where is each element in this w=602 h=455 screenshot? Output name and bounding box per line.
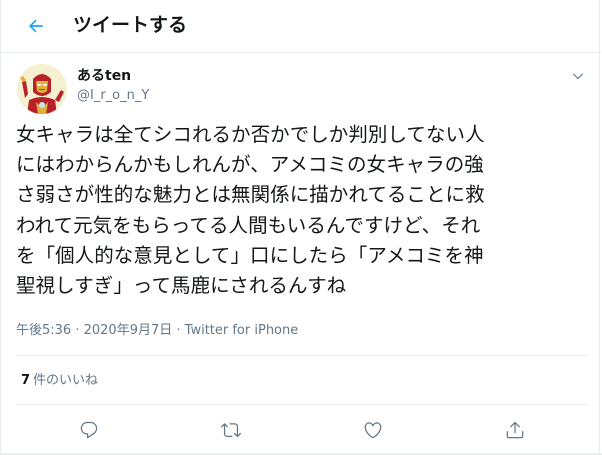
heart-icon: [364, 422, 382, 439]
retweet-icon: [221, 423, 241, 438]
tweet-line: 女キャラは全てシコれるか否かでしか判別してない人: [16, 123, 485, 146]
likes-label: 件のいいね: [33, 373, 99, 388]
divider: [16, 404, 588, 405]
share-icon: [506, 421, 524, 439]
arrow-left-icon: [29, 19, 43, 33]
tweet-time[interactable]: 午後5:36: [16, 323, 71, 338]
retweet-button[interactable]: [218, 417, 244, 443]
tweet-detail-panel: ツイートする あるten @I_r_o_n_Y 女キャラは全てシコれるか否かでし…: [0, 0, 601, 453]
like-button[interactable]: [360, 417, 386, 443]
tweet-line: 聖視しすぎ」って馬鹿にされるんすね: [16, 274, 347, 298]
chevron-down-icon: [572, 73, 584, 80]
more-options-button[interactable]: [567, 66, 589, 88]
likes-count: 7: [21, 373, 31, 388]
page-header: ツイートする: [1, 0, 601, 53]
avatar[interactable]: [17, 64, 67, 114]
likes-stat[interactable]: 7 件のいいね: [21, 372, 98, 390]
tweet-date[interactable]: 2020年9月7日: [84, 323, 173, 338]
author-display-name[interactable]: あるten: [77, 67, 131, 85]
divider: [16, 355, 588, 356]
share-button[interactable]: [502, 417, 528, 443]
tweet-text: 女キャラは全てシコれるか否かでしか判別してない人 にはわからんかもしれんが、アメ…: [16, 120, 591, 301]
avatar-image: [17, 64, 67, 114]
reply-icon: [80, 421, 98, 439]
tweet-line: さ弱さが性的な魅力とは無関係に描かれてることに救: [16, 183, 485, 207]
author-handle[interactable]: @I_r_o_n_Y: [77, 87, 149, 105]
page-title: ツイートする: [73, 14, 188, 36]
tweet-line: を「個人的な意見として」口にしたら「アメコミを神: [16, 243, 484, 267]
tweet-metadata: 午後5:36 · 2020年9月7日 · Twitter for iPhone: [16, 322, 298, 340]
meta-separator-2: ·: [172, 323, 185, 338]
tweet-source[interactable]: Twitter for iPhone: [185, 323, 299, 338]
back-button[interactable]: [21, 11, 51, 41]
tweet-line: にはわからんかもしれんが、アメコミの女キャラの強: [16, 153, 484, 177]
tweet-line: われて元気をもらってる人間もいるんですけど、それ: [16, 213, 481, 237]
reply-button[interactable]: [76, 417, 102, 443]
meta-separator: ·: [71, 323, 84, 338]
